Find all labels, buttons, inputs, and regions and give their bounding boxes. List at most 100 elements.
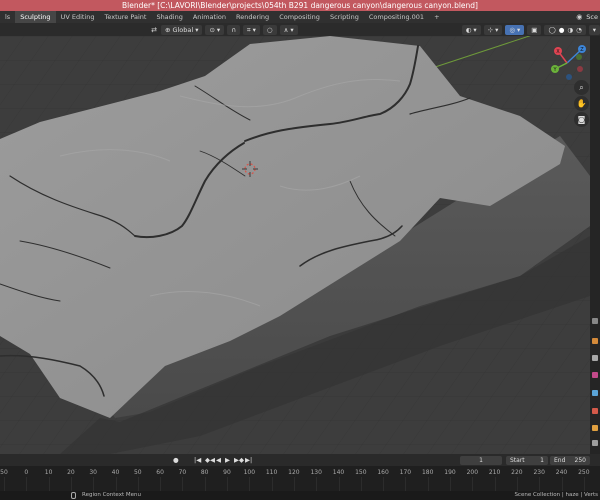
scene-properties-icon[interactable] xyxy=(592,390,598,396)
tool-icon[interactable] xyxy=(592,318,598,324)
current-frame-value: 1 xyxy=(479,457,483,464)
end-frame-field[interactable]: End 250 xyxy=(550,456,590,465)
axis-x-label: X xyxy=(556,49,560,55)
end-value: 250 xyxy=(574,457,586,464)
material-shading-icon[interactable]: ◑ xyxy=(567,25,573,35)
timeline-tick-label: 90 xyxy=(223,469,231,476)
timeline-tick-line xyxy=(293,477,295,491)
transform-orientation-dropdown[interactable]: ⊕ Global ▾ xyxy=(161,24,203,35)
prev-keyframe-button[interactable]: ◆◀ xyxy=(205,456,215,464)
timeline-tick-line xyxy=(160,477,162,491)
timeline-tick-label: 50 xyxy=(0,469,8,476)
axis-x-negative[interactable] xyxy=(577,66,583,72)
chevron-down-icon: ▾ xyxy=(495,25,499,34)
timeline-ruler[interactable]: 50 0 10 20 30 40 50 60 70 80 90 100 110 120 130 140 150 1… xyxy=(0,466,600,491)
tab-animation[interactable]: Animation xyxy=(188,11,231,23)
tab-layout-partial[interactable]: ls xyxy=(0,11,15,23)
start-frame-field[interactable]: Start 1 xyxy=(506,456,548,465)
mouse-icon xyxy=(71,492,76,499)
snap-toggle[interactable]: ∩ xyxy=(227,24,240,35)
xray-icon: ▣ xyxy=(531,25,538,34)
viewport-scene[interactable] xyxy=(0,36,590,454)
timeline-editor: ● |◀ ◆◀ ◀ ▶ ▶◆ ▶| 1 Start 1 End 250 50 0 1… xyxy=(0,454,600,491)
timeline-tick-line xyxy=(561,477,563,491)
end-label: End xyxy=(554,457,566,464)
next-keyframe-button[interactable]: ▶◆ xyxy=(234,456,244,464)
timeline-tick-line xyxy=(48,477,50,491)
timeline-tick-line xyxy=(204,477,206,491)
wireframe-shading-icon[interactable]: ◯ xyxy=(548,25,555,35)
timeline-tick-label: 80 xyxy=(200,469,209,476)
timeline-tick-label: 170 xyxy=(399,469,412,476)
timeline-tick-line xyxy=(26,477,28,491)
gizmo-toggle[interactable]: ⊹ ▾ xyxy=(483,24,503,35)
modifier-icon[interactable] xyxy=(592,440,598,446)
play-button[interactable]: ▶ xyxy=(225,456,230,464)
tab-rendering[interactable]: Rendering xyxy=(231,11,274,23)
world-icon[interactable] xyxy=(592,408,598,414)
3d-viewport[interactable] xyxy=(0,36,590,454)
add-workspace-button[interactable]: + xyxy=(429,11,444,23)
timeline-tick-line xyxy=(93,477,95,491)
pan-button[interactable]: ✋ xyxy=(574,96,589,111)
tab-scripting[interactable]: Scripting xyxy=(325,11,364,23)
timeline-tick-label: 120 xyxy=(288,469,300,476)
timeline-tick-label: 200 xyxy=(466,469,479,476)
status-stats: Scene Collection | haze | Verts xyxy=(514,492,598,498)
timeline-tick-label: 210 xyxy=(488,469,501,476)
overlay-toggle[interactable]: ◎ ▾ xyxy=(505,24,525,35)
chevron-down-icon: ▾ xyxy=(195,25,199,34)
scene-selector[interactable]: Sce xyxy=(586,13,598,21)
timeline-tick-label: 30 xyxy=(89,469,98,476)
timeline-tick-label: 140 xyxy=(332,469,345,476)
transform-icon: ⇄ xyxy=(151,25,157,34)
shading-options-dropdown[interactable]: ▾ xyxy=(588,24,600,35)
tab-texture-paint[interactable]: Texture Paint xyxy=(99,11,151,23)
tab-compositing[interactable]: Compositing xyxy=(274,11,325,23)
timeline-tick-label: 160 xyxy=(377,469,389,476)
tab-uv-editing[interactable]: UV Editing xyxy=(56,11,100,23)
timeline-tick-label: 230 xyxy=(533,469,545,476)
tab-shading[interactable]: Shading xyxy=(151,11,187,23)
axis-z-negative[interactable] xyxy=(566,74,572,80)
zoom-button[interactable]: ⌕ xyxy=(574,80,589,95)
play-reverse-button[interactable]: ◀ xyxy=(216,456,221,464)
visibility-dropdown[interactable]: ◐ ▾ xyxy=(461,24,481,35)
proportional-falloff-dropdown[interactable]: ∧ ▾ xyxy=(279,24,298,35)
tab-sculpting[interactable]: Sculpting xyxy=(15,11,56,23)
snap-dropdown[interactable]: ⌗ ▾ xyxy=(242,24,260,35)
jump-start-button[interactable]: |◀ xyxy=(194,456,201,464)
chevron-down-icon: ▾ xyxy=(517,25,521,34)
rendered-shading-icon[interactable]: ◔ xyxy=(576,25,582,35)
xray-toggle[interactable]: ▣ xyxy=(527,24,542,35)
output-icon[interactable] xyxy=(592,355,598,361)
timeline-header: ● |◀ ◆◀ ◀ ▶ ▶◆ ▶| 1 Start 1 End 250 xyxy=(0,454,600,466)
timeline-tick-line xyxy=(227,477,228,491)
timeline-tick-label: 40 xyxy=(111,469,120,476)
camera-icon: ◙ xyxy=(577,115,586,124)
falloff-icon: ∧ xyxy=(283,25,289,34)
jump-end-button[interactable]: ▶| xyxy=(245,456,252,464)
pivot-point-dropdown[interactable]: ⊙ ▾ xyxy=(205,24,225,35)
proportional-edit-toggle[interactable]: ○ xyxy=(262,24,277,35)
pivot-icon: ⊙ xyxy=(209,25,215,34)
view-layer-icon[interactable] xyxy=(592,372,598,378)
navigation-gizmo[interactable]: Z X Y xyxy=(545,41,595,86)
tab-compositing-001[interactable]: Compositing.001 xyxy=(364,11,429,23)
chevron-down-icon: ▾ xyxy=(290,25,294,34)
shading-mode-buttons[interactable]: ◯ ● ◑ ◔ xyxy=(544,24,586,35)
object-icon[interactable] xyxy=(592,425,598,431)
window-title: Blender* [C:\LAVORI\Blender\projects\054… xyxy=(122,1,478,10)
current-frame-field[interactable]: 1 xyxy=(460,456,502,465)
timeline-tick-label: 220 xyxy=(511,469,523,476)
timeline-tick-line xyxy=(539,477,541,491)
chevron-down-icon: ▾ xyxy=(592,25,596,34)
timeline-tick-line xyxy=(405,477,407,491)
record-button[interactable]: ● xyxy=(173,456,179,464)
timeline-tick-label: 50 xyxy=(133,469,142,476)
camera-view-button[interactable]: ◙ xyxy=(574,112,589,127)
axis-y-negative[interactable] xyxy=(576,54,582,60)
solid-shading-icon[interactable]: ● xyxy=(559,25,565,35)
render-icon[interactable] xyxy=(592,338,598,344)
timeline-tick-line xyxy=(249,477,251,491)
